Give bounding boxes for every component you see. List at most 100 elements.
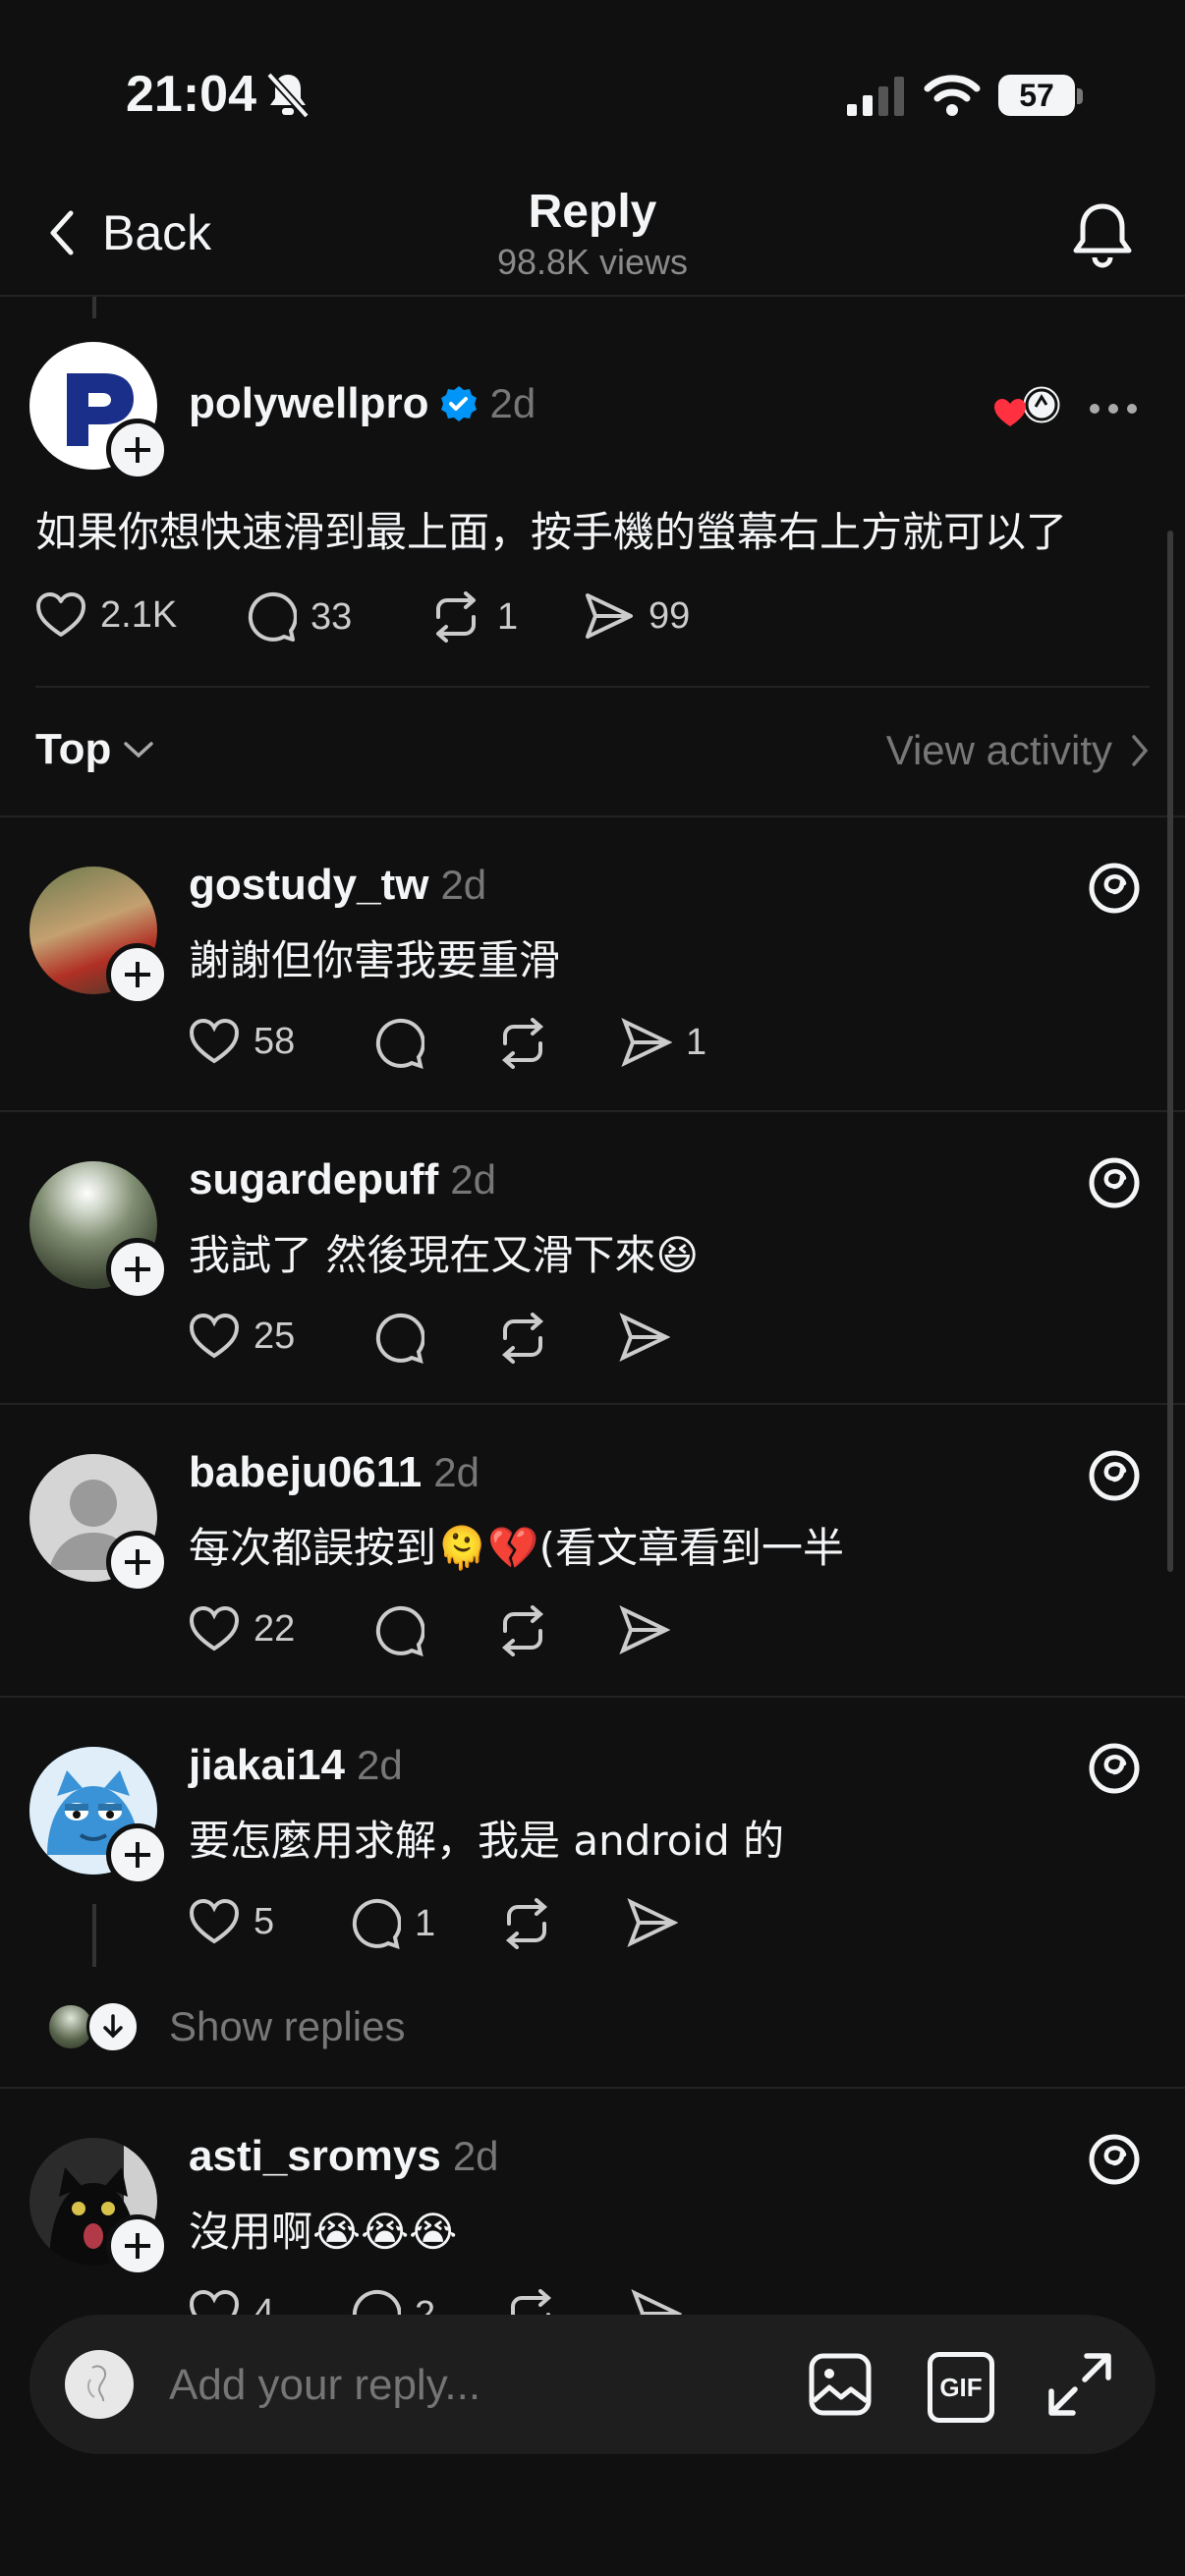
notification-bell-icon[interactable]: [1071, 200, 1134, 269]
reply-input[interactable]: [167, 2350, 800, 2421]
heart-icon: [189, 1313, 254, 1360]
repost-icon: [503, 2289, 572, 2315]
threads-logo-icon[interactable]: [1087, 2132, 1142, 2187]
nav-header: Back Reply 98.8K views: [0, 177, 1185, 295]
repost-button[interactable]: [495, 1605, 564, 1656]
reply-text: 我試了 然後現在又滑下來😆: [189, 1231, 700, 1279]
wifi-icon: [924, 73, 981, 116]
comment-button[interactable]: [373, 1605, 438, 1656]
comment-button[interactable]: 1: [350, 1898, 435, 1949]
battery-level: 57: [1019, 78, 1054, 113]
reply-item: gostudy_tw 2d 謝謝但你害我要重滑 58 1: [0, 817, 1185, 1110]
post-time: 2d: [489, 380, 536, 426]
reply-username[interactable]: sugardepuff: [189, 1155, 438, 1204]
share-button[interactable]: [627, 1898, 692, 1947]
sort-dropdown[interactable]: Top: [35, 725, 154, 774]
expand-icon[interactable]: [1045, 2350, 1114, 2419]
reply-time: 2d: [440, 862, 487, 908]
follow-plus-button[interactable]: [106, 1238, 169, 1301]
arrow-down-icon: [86, 2000, 140, 2053]
repost-count: 1: [497, 595, 519, 638]
threads-logo-icon[interactable]: [1087, 1741, 1142, 1796]
heart-icon: [189, 2289, 254, 2315]
sort-row: Top View activity: [0, 688, 1185, 815]
like-button[interactable]: 22: [189, 1605, 295, 1652]
follow-plus-button[interactable]: [106, 943, 169, 1006]
reply-username[interactable]: asti_sromys: [189, 2132, 441, 2181]
comment-icon: [373, 1018, 438, 1069]
reply-header: asti_sromys 2d: [189, 2132, 499, 2181]
like-button[interactable]: 5: [189, 1898, 274, 1945]
threads-logo-icon[interactable]: [1087, 1448, 1142, 1503]
reply-username[interactable]: gostudy_tw: [189, 861, 428, 910]
chevron-right-icon: [1130, 734, 1150, 767]
battery-indicator: 57: [998, 75, 1075, 116]
reply-item: sugardepuff 2d 我試了 然後現在又滑下來😆 25: [0, 1112, 1185, 1405]
share-button[interactable]: 99: [584, 591, 690, 641]
heart-icon: [189, 1018, 254, 1065]
follow-plus-button[interactable]: [106, 1531, 169, 1594]
reply-header: babeju0611 2d: [189, 1448, 480, 1497]
like-count: 58: [254, 1020, 296, 1062]
repost-button[interactable]: [503, 2289, 572, 2315]
repost-icon: [428, 591, 497, 643]
post-username[interactable]: polywellpro: [189, 379, 428, 428]
like-count: 4: [254, 2291, 275, 2316]
header-divider: [0, 295, 1185, 297]
more-options-icon[interactable]: [1089, 403, 1138, 415]
follow-plus-button[interactable]: [106, 1823, 169, 1886]
thread-connector-top: [92, 297, 96, 318]
reply-item: asti_sromys 2d 沒用啊😭😭😭 4 2: [0, 2089, 1185, 2315]
view-activity-link[interactable]: View activity: [886, 727, 1150, 774]
gif-button[interactable]: GIF: [928, 2352, 994, 2423]
reply-time: 2d: [452, 2133, 499, 2179]
view-activity-label: View activity: [885, 727, 1112, 773]
share-button[interactable]: [619, 1605, 684, 1654]
share-icon: [584, 591, 649, 641]
gif-label: GIF: [939, 2372, 983, 2402]
image-attach-icon[interactable]: [808, 2352, 873, 2417]
comment-button[interactable]: 33: [246, 591, 352, 643]
share-button[interactable]: [631, 2289, 696, 2315]
share-button[interactable]: 1: [621, 1018, 706, 1067]
like-count: 2.1K: [100, 593, 178, 636]
repost-icon: [495, 1313, 564, 1364]
comment-count: 2: [415, 2293, 436, 2316]
show-replies-label: Show replies: [169, 2003, 406, 2049]
share-count: 99: [649, 594, 691, 637]
verified-badge-icon: [440, 385, 478, 422]
follow-plus-button[interactable]: [106, 419, 169, 481]
view-count: 98.8K views: [496, 242, 689, 282]
my-avatar: [65, 2350, 134, 2419]
threads-logo-icon[interactable]: [1087, 861, 1142, 916]
reply-username[interactable]: jiakai14: [189, 1741, 345, 1790]
like-button[interactable]: 4: [189, 2289, 274, 2315]
chevron-down-icon: [123, 740, 154, 759]
share-icon: [621, 1018, 686, 1067]
like-button[interactable]: 58: [189, 1018, 295, 1065]
reply-username[interactable]: babeju0611: [189, 1448, 422, 1497]
reply-item: babeju0611 2d 每次都誤按到🫠💔(看文章看到一半 22: [0, 1405, 1185, 1698]
repost-button[interactable]: [495, 1313, 564, 1364]
follow-plus-button[interactable]: [106, 2214, 169, 2277]
comment-button[interactable]: [373, 1018, 438, 1069]
comment-button[interactable]: 2: [350, 2289, 435, 2315]
repost-button[interactable]: [499, 1898, 568, 1949]
show-replies-button[interactable]: Show replies: [49, 2000, 405, 2053]
post-text: 如果你想快速滑到最上面，按手機的螢幕右上方就可以了: [35, 508, 1068, 556]
repost-button[interactable]: 1: [428, 591, 518, 643]
activity-heart-badge-icon: [992, 381, 1067, 434]
comment-icon: [246, 591, 310, 643]
comment-button[interactable]: [373, 1313, 438, 1364]
status-bar: 21:04 57: [0, 0, 1185, 177]
share-icon: [619, 1313, 684, 1362]
share-icon: [627, 1898, 692, 1947]
repost-button[interactable]: [495, 1018, 564, 1069]
share-button[interactable]: [619, 1313, 684, 1362]
like-button[interactable]: 2.1K: [35, 591, 177, 639]
comment-icon: [373, 1313, 438, 1364]
share-icon: [619, 1605, 684, 1654]
threads-logo-icon[interactable]: [1087, 1155, 1142, 1210]
scrollbar[interactable]: [1167, 531, 1173, 1572]
like-button[interactable]: 25: [189, 1313, 295, 1360]
